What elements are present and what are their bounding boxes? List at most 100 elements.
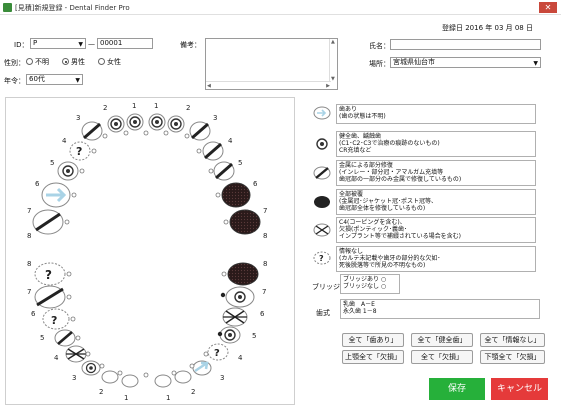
tooth-lower-right-1[interactable] <box>121 374 139 388</box>
radio-icon <box>98 58 105 65</box>
legend-full-title: 全部被覆 <box>339 191 364 198</box>
id-label: ID： <box>14 41 29 49</box>
bridge-present: ブリッジあり ○ <box>343 276 387 283</box>
horizontal-scrollbar[interactable]: ◀ ▶ <box>206 81 331 89</box>
tooth-lower-right-4[interactable] <box>65 345 87 363</box>
tooth-upper-left-7[interactable] <box>229 209 261 235</box>
tooth-upper-right-2[interactable] <box>107 115 125 133</box>
tooth-upper-right-1[interactable] <box>126 113 144 131</box>
place-value: 宮城県仙台市 <box>393 58 435 66</box>
legend-unknown-desc-2: 死後脱落等で所見の不明なもの) <box>339 262 426 269</box>
tooth-number-lr8: 8 <box>27 260 31 268</box>
tooth-filling-icon <box>316 138 328 150</box>
tooth-number-ll3: 3 <box>220 374 224 382</box>
age-select[interactable]: 60代 ▼ <box>26 74 83 85</box>
scroll-right-icon[interactable]: ▶ <box>326 83 330 89</box>
tooth-missing-icon <box>313 223 331 237</box>
name-input[interactable] <box>390 39 541 50</box>
dentition-label: 歯式 <box>316 309 330 317</box>
tooth-partial-icon <box>313 166 331 180</box>
tooth-lower-right-7[interactable] <box>34 285 66 309</box>
tooth-upper-right-7[interactable] <box>32 209 64 235</box>
cancel-button[interactable]: キャンセル <box>491 378 548 400</box>
scroll-down-icon[interactable]: ▼ <box>331 76 335 82</box>
tooth-number-ur4: 4 <box>62 137 67 145</box>
all-missing-button[interactable]: 全て「欠損」 <box>411 350 473 364</box>
legend-unknown[interactable]: ? 情報なし (カルテ未記載や歯牙の部分的な欠如･ 死後脱落等で所見の不明なもの… <box>312 246 552 272</box>
legend-sound[interactable]: 歯あり (歯の状態は不明) <box>312 104 552 126</box>
id-number-input[interactable]: 00001 <box>97 38 153 49</box>
tooth-lower-right-5[interactable] <box>54 329 76 347</box>
legend-caries-desc-2: CR充填など <box>339 147 372 154</box>
tooth-number-ll7: 7 <box>262 288 266 296</box>
tooth-number-ul8: 8 <box>263 232 267 240</box>
tooth-lower-right-8[interactable]: ? <box>34 262 66 286</box>
tooth-number-lr6: 6 <box>31 310 36 318</box>
tooth-number-ll8: 8 <box>263 260 267 268</box>
chevron-down-icon: ▼ <box>533 60 538 67</box>
tooth-upper-right-6[interactable] <box>41 182 71 208</box>
tooth-number-ur1: 1 <box>132 102 136 110</box>
tooth-number-ul1: 1 <box>154 102 158 110</box>
svg-text:?: ? <box>51 314 57 327</box>
bridge-indicators-upper[interactable] <box>64 130 229 225</box>
chevron-down-icon: ▼ <box>75 77 80 84</box>
all-present-button[interactable]: 全て「歯あり」 <box>342 333 404 347</box>
tooth-upper-right-3[interactable] <box>81 121 103 141</box>
tooth-upper-left-3[interactable] <box>189 121 211 141</box>
scroll-left-icon[interactable]: ◀ <box>207 83 211 89</box>
close-button[interactable]: ✕ <box>539 2 557 13</box>
upper-all-missing-button[interactable]: 上顎全て「欠損」 <box>342 350 404 364</box>
tooth-lower-left-6[interactable] <box>222 307 248 327</box>
legend-full-desc-2: 歯冠部全体を修復しているもの) <box>339 205 426 212</box>
tooth-upper-right-4[interactable]: ? <box>69 141 91 161</box>
tooth-number-ll2: 2 <box>191 388 195 396</box>
legend-full[interactable]: 全部被覆 (金属冠･ジャケット冠･ポスト冠等、 歯冠部全体を修復しているもの) <box>312 189 552 215</box>
legend-missing[interactable]: C4(コーピングを含む)、 欠損(ポンティック･義歯･ インプラント等で補綴され… <box>312 217 552 243</box>
scroll-up-icon[interactable]: ▲ <box>331 39 335 45</box>
gender-radio-unknown[interactable]: 不明 <box>26 57 49 67</box>
tooth-upper-left-2[interactable] <box>167 115 185 133</box>
tooth-upper-left-1[interactable] <box>148 113 166 131</box>
tooth-lower-left-4[interactable]: ? <box>207 343 229 361</box>
tooth-lower-left-5[interactable] <box>219 326 241 344</box>
dentition-primary: 乳歯 A－E <box>343 301 375 308</box>
legend-partial[interactable]: 金属による部分修復 (インレー・部分冠・アマルガム充填等 歯冠部の一部分のみ金属… <box>312 160 552 186</box>
tooth-lower-left-2[interactable] <box>174 370 192 384</box>
tooth-number-ul4: 4 <box>228 137 233 145</box>
save-button[interactable]: 保存 <box>429 378 485 400</box>
tooth-lower-right-3[interactable] <box>81 360 101 376</box>
tooth-number-lr5: 5 <box>40 334 44 342</box>
tooth-lower-right-2[interactable] <box>101 370 119 384</box>
tooth-number-ul6: 6 <box>253 180 258 188</box>
place-select[interactable]: 宮城県仙台市 ▼ <box>390 57 541 68</box>
notes-label: 備考： <box>180 41 201 49</box>
id-prefix-select[interactable]: P ▼ <box>30 38 86 49</box>
tooth-lower-left-1[interactable] <box>154 374 172 388</box>
tooth-number-ll1: 1 <box>166 394 170 402</box>
app-icon <box>3 3 12 12</box>
tooth-upper-left-4[interactable] <box>202 141 224 161</box>
tooth-upper-left-5[interactable] <box>213 161 235 181</box>
tooth-lower-left-3[interactable] <box>192 360 212 376</box>
all-sound-button[interactable]: 全て「健全歯」 <box>411 333 473 347</box>
tooth-lower-right-6[interactable]: ? <box>42 308 70 330</box>
tooth-lower-left-8[interactable] <box>227 262 259 286</box>
legend-caries[interactable]: 健全歯、齲蝕歯 (C1･C2･C3で治療の痕跡のないもの) CR充填など <box>312 131 552 157</box>
all-unknown-button[interactable]: 全て「情報なし」 <box>480 333 545 347</box>
lower-all-missing-button[interactable]: 下顎全て「欠損」 <box>480 350 545 364</box>
dental-chart-panel: ? 1 1 2 2 3 3 4 4 5 5 6 6 7 7 8 8 ? ? ? … <box>5 97 295 405</box>
gender-radio-male[interactable]: 男性 <box>62 57 85 67</box>
tooth-number-ur8: 8 <box>27 232 31 240</box>
notes-textarea[interactable]: ▲ ▼ ◀ ▶ <box>205 38 338 90</box>
tooth-lower-left-7[interactable] <box>225 286 255 308</box>
tooth-upper-right-5[interactable] <box>57 161 79 181</box>
legend-missing-title: C4(コーピングを含む)、 <box>339 219 406 226</box>
tooth-upper-left-6[interactable] <box>221 182 251 208</box>
title-bar: [見積]新規登録 - Dental Finder Pro ✕ <box>0 0 561 15</box>
vertical-scrollbar[interactable]: ▲ ▼ <box>329 39 337 82</box>
tooth-number-ur6: 6 <box>35 180 40 188</box>
tooth-number-lr2: 2 <box>99 388 103 396</box>
gender-radio-female[interactable]: 女性 <box>98 57 121 67</box>
legend-bridge: ブリッジあり ○ ブリッジなし ○ <box>340 274 400 294</box>
